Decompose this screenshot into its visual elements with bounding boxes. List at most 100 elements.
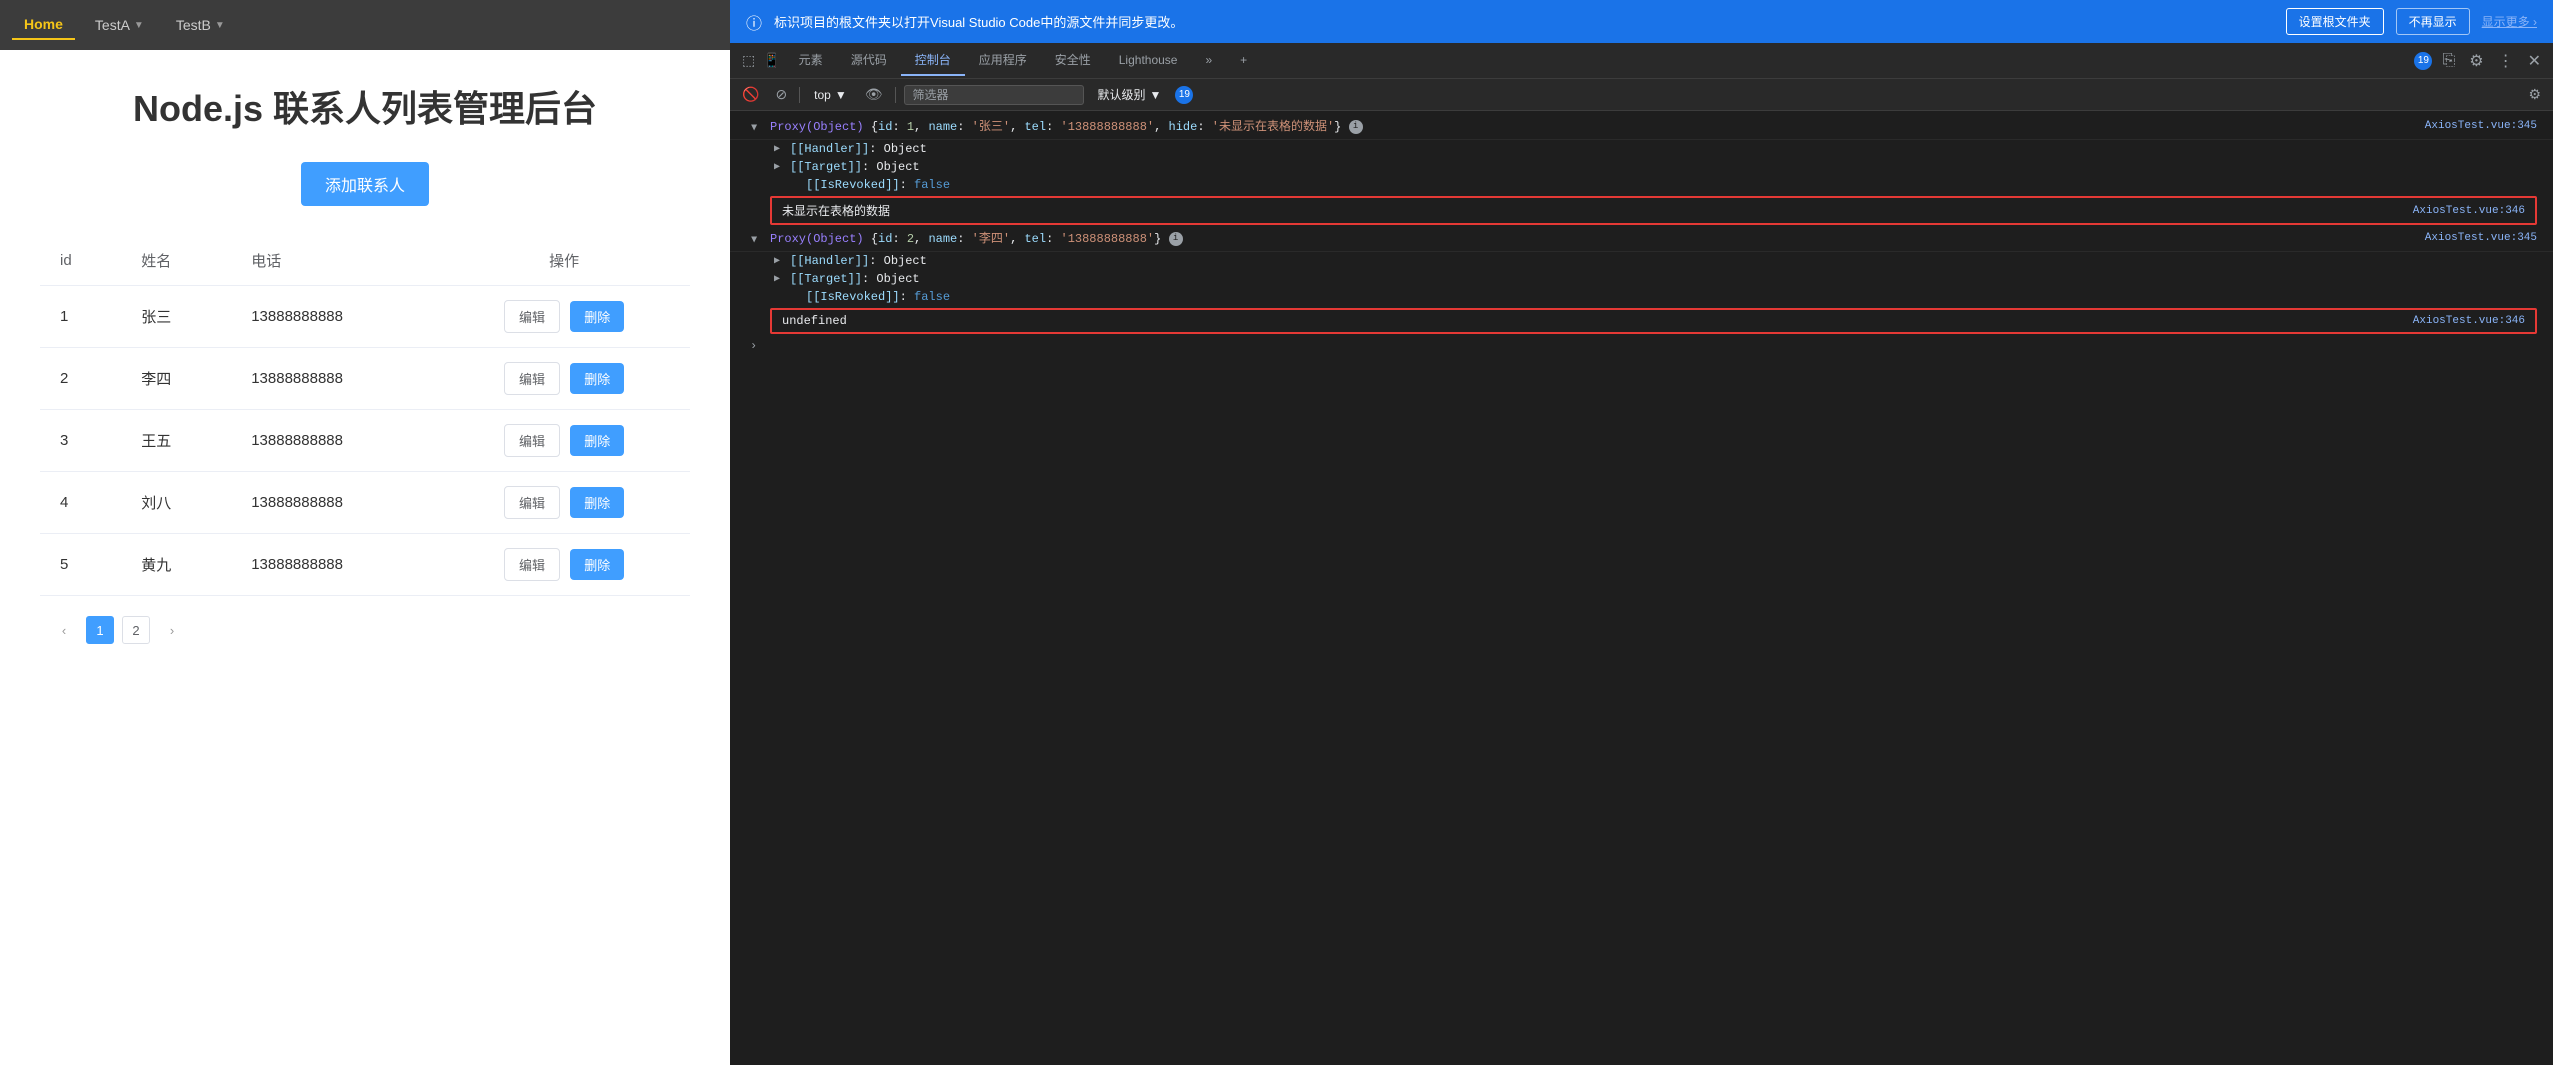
nav-tab-testb[interactable]: TestB ▼ [164, 11, 237, 39]
child-isrevoked-2: [[IsRevoked]]: false [730, 288, 2553, 306]
info-badge-1[interactable]: i [1349, 120, 1363, 134]
col-header-name: 姓名 [121, 236, 231, 286]
delete-button[interactable]: 删除 [570, 487, 624, 518]
edit-button[interactable]: 编辑 [504, 548, 560, 581]
device-toolbar-icon[interactable]: 📱 [759, 50, 784, 71]
cell-name: 王五 [121, 410, 231, 472]
edit-button[interactable]: 编辑 [504, 486, 560, 519]
expand-arrow-2[interactable]: ▶ [746, 236, 761, 242]
highlight-link-1[interactable]: AxiosTest.vue:346 [2413, 205, 2525, 217]
chevron-down-icon: ▼ [134, 20, 144, 31]
tab-lighthouse[interactable]: Lighthouse [1105, 47, 1192, 75]
cell-phone: 13888888888 [231, 534, 438, 596]
devtools-toolbar: 🚫 ⊘ top ▼ 👁 默认级别 ▼ 19 ⚙ [730, 79, 2553, 111]
settings-icon[interactable]: ⚙ [2465, 47, 2487, 75]
delete-button[interactable]: 删除 [570, 301, 624, 332]
child-target-label: [[Target]]: Object [790, 160, 920, 174]
clear-console-button[interactable]: 🚫 [738, 84, 763, 105]
cell-id: 1 [40, 286, 121, 348]
tab-elements[interactable]: 元素 [785, 45, 837, 76]
table-row: 1 张三 13888888888 编辑 删除 [40, 286, 690, 348]
tab-application[interactable]: 应用程序 [965, 45, 1041, 76]
child-handler-label: [[Handler]]: Object [790, 142, 927, 156]
console-highlight-1: 未显示在表格的数据 AxiosTest.vue:346 [770, 196, 2537, 225]
table-header-row: id 姓名 电话 操作 [40, 236, 690, 286]
set-root-folder-button[interactable]: 设置根文件夹 [2286, 8, 2384, 35]
cell-actions: 编辑 删除 [438, 472, 690, 534]
edit-button[interactable]: 编辑 [504, 424, 560, 457]
frame-selector-dropdown[interactable]: top ▼ [808, 86, 853, 104]
toolbar-separator-2 [895, 87, 896, 103]
devtools-tabs-right: 19 ⎘ ⚙ ⋮ ✕ [2414, 47, 2545, 75]
edit-button[interactable]: 编辑 [504, 300, 560, 333]
share-icon[interactable]: ⎘ [2438, 48, 2459, 74]
child-expand-arrow[interactable]: ▶ [774, 143, 780, 155]
show-more-link[interactable]: 显示更多 › [2482, 13, 2537, 30]
app-title: Node.js 联系人列表管理后台 [40, 80, 690, 132]
chevron-down-icon: ▼ [215, 20, 225, 31]
console-settings-icon[interactable]: ⚙ [2524, 84, 2545, 105]
expand-arrow-1[interactable]: ▶ [746, 124, 761, 130]
devtools-tabs: ⬚ 📱 元素 源代码 控制台 应用程序 安全性 Lighthouse » + 1… [730, 43, 2553, 79]
tab-add[interactable]: + [1226, 47, 1261, 75]
devtools-info-bar: ⓘ 标识项目的根文件夹以打开Visual Studio Code中的源文件并同步… [730, 0, 2553, 43]
nav-tab-testa[interactable]: TestA ▼ [83, 11, 156, 39]
frame-selector-label: top [814, 88, 831, 102]
child-expand-arrow[interactable]: ▶ [774, 273, 780, 285]
inspect-element-icon[interactable]: ⬚ [738, 50, 759, 71]
tab-sources[interactable]: 源代码 [837, 45, 901, 76]
chevron-down-icon: ▼ [835, 88, 847, 102]
child-handler-1: ▶ [[Handler]]: Object [730, 140, 2553, 158]
cell-id: 2 [40, 348, 121, 410]
page-1-button[interactable]: 1 [86, 616, 114, 644]
col-header-phone: 电话 [231, 236, 438, 286]
info-badge-2[interactable]: i [1169, 232, 1183, 246]
chevron-down-icon: ▼ [1150, 88, 1162, 102]
cell-actions: 编辑 删除 [438, 534, 690, 596]
child-target-2: ▶ [[Target]]: Object [730, 270, 2553, 288]
cell-id: 4 [40, 472, 121, 534]
child-expand-arrow[interactable]: ▶ [774, 255, 780, 267]
source-link-1[interactable]: AxiosTest.vue:345 [2425, 118, 2537, 135]
next-page-button[interactable]: › [158, 616, 186, 644]
delete-button[interactable]: 删除 [570, 549, 624, 580]
console-prompt[interactable]: › [730, 336, 2553, 356]
block-icon[interactable]: ⊘ [771, 84, 791, 105]
close-devtools-button[interactable]: ✕ [2524, 47, 2545, 75]
tab-more[interactable]: » [1191, 47, 1226, 75]
col-header-id: id [40, 236, 121, 286]
dismiss-button[interactable]: 不再显示 [2396, 8, 2470, 35]
tab-console[interactable]: 控制台 [901, 45, 965, 76]
filter-input[interactable] [904, 85, 1084, 105]
log-level-dropdown[interactable]: 默认级别 ▼ [1092, 84, 1168, 105]
kebab-menu-icon[interactable]: ⋮ [2494, 47, 2518, 75]
toolbar-separator [799, 87, 800, 103]
child-expand-arrow[interactable]: ▶ [774, 161, 780, 173]
nav-tab-home[interactable]: Home [12, 10, 75, 40]
delete-button[interactable]: 删除 [570, 425, 624, 456]
left-panel: Home TestA ▼ TestB ▼ Node.js 联系人列表管理后台 添… [0, 0, 730, 1065]
page-2-button[interactable]: 2 [122, 616, 150, 644]
issue-count-badge: 19 [1175, 86, 1193, 104]
cell-phone: 13888888888 [231, 286, 438, 348]
highlight-link-2[interactable]: AxiosTest.vue:346 [2413, 315, 2525, 327]
pagination: ‹ 1 2 › [40, 596, 690, 664]
contacts-table: id 姓名 电话 操作 1 张三 13888888888 编辑 删除 2 李四 … [40, 236, 690, 596]
log-level-label: 默认级别 [1098, 86, 1146, 103]
highlight-text-1: 未显示在表格的数据 [782, 202, 890, 219]
source-link-2[interactable]: AxiosTest.vue:345 [2425, 230, 2537, 247]
eye-icon[interactable]: 👁 [861, 84, 887, 105]
table-row: 5 黄九 13888888888 编辑 删除 [40, 534, 690, 596]
highlight-text-2: undefined [782, 314, 847, 328]
console-output: ▶ Proxy(Object) {id: 1, name: '张三', tel:… [730, 111, 2553, 1065]
table-row: 3 王五 13888888888 编辑 删除 [40, 410, 690, 472]
add-contact-button[interactable]: 添加联系人 [301, 162, 429, 206]
cell-phone: 13888888888 [231, 410, 438, 472]
table-row: 4 刘八 13888888888 编辑 删除 [40, 472, 690, 534]
tab-security[interactable]: 安全性 [1041, 45, 1105, 76]
edit-button[interactable]: 编辑 [504, 362, 560, 395]
cell-name: 李四 [121, 348, 231, 410]
delete-button[interactable]: 删除 [570, 363, 624, 394]
prev-page-button[interactable]: ‹ [50, 616, 78, 644]
app-content: Node.js 联系人列表管理后台 添加联系人 id 姓名 电话 操作 1 张三… [0, 50, 730, 1065]
